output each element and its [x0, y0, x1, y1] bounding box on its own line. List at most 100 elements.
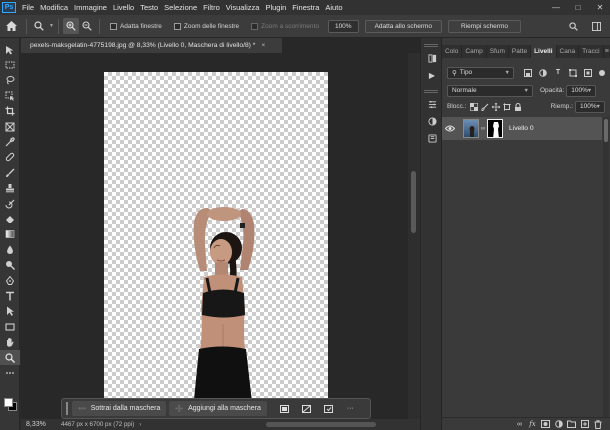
tab-canali[interactable]: Cana: [557, 45, 580, 58]
layers-scrollbar[interactable]: [603, 117, 609, 417]
eraser-tool[interactable]: [0, 211, 20, 226]
move-tool[interactable]: [0, 42, 20, 57]
menu-immagine[interactable]: Immagine: [71, 3, 110, 12]
menu-modifica[interactable]: Modifica: [37, 3, 71, 12]
filter-toggle-icon[interactable]: [599, 69, 605, 76]
zoom-tool[interactable]: [0, 349, 20, 366]
horizontal-scrollbar-thumb[interactable]: [266, 422, 376, 427]
eyedropper-tool[interactable]: [0, 134, 20, 149]
document-canvas[interactable]: [104, 72, 328, 419]
marquee-tool[interactable]: [0, 57, 20, 72]
trash-icon[interactable]: [591, 418, 604, 430]
brush-tool[interactable]: [0, 165, 20, 180]
object-selection-tool[interactable]: [0, 88, 20, 103]
lock-position-icon[interactable]: [491, 101, 502, 112]
menu-finestra[interactable]: Finestra: [289, 3, 322, 12]
link-layers-icon[interactable]: ∞: [513, 418, 526, 430]
blend-mode-select[interactable]: Normale ▼: [447, 84, 533, 97]
frame-tool[interactable]: [0, 119, 20, 134]
add-to-mask-button[interactable]: ➕ Aggiungi alla maschera: [169, 401, 267, 416]
lock-image-pixels-icon[interactable]: [480, 101, 491, 112]
riempi-schermo-button[interactable]: Riempi schermo: [448, 19, 521, 33]
panel-menu-icon[interactable]: ≡: [604, 45, 610, 58]
more-options-button[interactable]: ···: [343, 401, 358, 416]
filter-shape-icon[interactable]: [567, 67, 579, 79]
layers-scrollbar-thumb[interactable]: [604, 119, 608, 142]
filter-pixel-icon[interactable]: [522, 67, 534, 79]
apply-mask-icon[interactable]: [321, 401, 336, 416]
menu-filtro[interactable]: Filtro: [200, 3, 223, 12]
invert-mask-icon[interactable]: [277, 401, 292, 416]
layer-thumbnail[interactable]: [463, 119, 479, 138]
close-window-icon[interactable]: ✕: [592, 0, 608, 15]
crop-tool[interactable]: [0, 104, 20, 119]
document-tab[interactable]: pexels-maksgelatin-4775198.jpg @ 8,33% (…: [21, 38, 282, 53]
menu-visualizza[interactable]: Visualizza: [223, 3, 263, 12]
filter-smart-object-icon[interactable]: [582, 67, 594, 79]
zoom-tool-preset-button[interactable]: [31, 18, 47, 34]
workspace-icon[interactable]: [588, 15, 604, 38]
adatta-finestre-checkbox[interactable]: Adatta finestre: [109, 22, 162, 30]
tab-sfumature[interactable]: Sfum: [487, 45, 509, 58]
fill-field[interactable]: 100% ▼: [575, 100, 605, 113]
blur-tool[interactable]: [0, 242, 20, 257]
filter-adjustment-icon[interactable]: [537, 67, 549, 79]
color-swatches[interactable]: [2, 394, 18, 411]
menu-testo[interactable]: Testo: [137, 3, 161, 12]
lock-transparent-pixels-icon[interactable]: [469, 101, 480, 112]
new-adjustment-layer-icon[interactable]: [552, 418, 565, 430]
layer-style-icon[interactable]: fx: [526, 418, 539, 430]
type-tool[interactable]: [0, 288, 20, 303]
properties-panel-icon[interactable]: [421, 96, 443, 113]
tab-livelli[interactable]: Livelli: [531, 45, 557, 58]
foreground-color-swatch[interactable]: [4, 398, 13, 407]
libraries-panel-icon[interactable]: [421, 130, 443, 147]
history-brush-tool[interactable]: [0, 196, 20, 211]
play-actions-icon[interactable]: ▶: [421, 67, 443, 84]
zoom-percentage-field[interactable]: 100%: [327, 19, 359, 33]
pen-tool[interactable]: [0, 273, 20, 288]
tab-colore[interactable]: Colo: [442, 45, 463, 58]
layer-row[interactable]: ∞ Livello 0: [442, 117, 602, 140]
tab-pattern[interactable]: Patte: [509, 45, 532, 58]
dodge-tool[interactable]: [0, 257, 20, 272]
hand-tool[interactable]: [0, 334, 20, 349]
mask-settings-icon[interactable]: [299, 401, 314, 416]
menu-livello[interactable]: Livello: [110, 3, 137, 12]
new-layer-icon[interactable]: [578, 418, 591, 430]
filter-type-icon[interactable]: T: [552, 67, 564, 79]
vertical-scrollbar-thumb[interactable]: [411, 171, 416, 233]
close-tab-icon[interactable]: ×: [261, 42, 265, 49]
adjustments-panel-icon[interactable]: [421, 113, 443, 130]
adatta-schermo-button[interactable]: Adatta allo schermo: [364, 19, 443, 33]
zoom-out-button[interactable]: [79, 18, 95, 34]
canvas-area[interactable]: [21, 53, 408, 419]
taskbar-drag-handle[interactable]: [66, 402, 68, 415]
add-mask-icon[interactable]: [539, 418, 552, 430]
dock-grip[interactable]: [424, 44, 438, 47]
more-tools[interactable]: [0, 365, 20, 380]
zoom-finestre-checkbox[interactable]: Zoom delle finestre: [173, 22, 239, 30]
tab-campioni[interactable]: Camp: [462, 45, 487, 58]
healing-brush-tool[interactable]: [0, 150, 20, 165]
menu-aiuto[interactable]: Aiuto: [322, 3, 345, 12]
chevron-down-icon[interactable]: ▼: [49, 23, 54, 29]
menu-selezione[interactable]: Selezione: [161, 3, 200, 12]
new-group-icon[interactable]: [565, 418, 578, 430]
eye-icon[interactable]: [442, 125, 458, 132]
history-panel-icon[interactable]: [421, 50, 443, 67]
maximize-icon[interactable]: □: [570, 0, 586, 15]
menu-file[interactable]: File: [19, 3, 37, 12]
layer-filter-kind-select[interactable]: ⚲ Tipo ▼: [447, 66, 514, 79]
lock-all-icon[interactable]: [513, 101, 524, 112]
minimize-icon[interactable]: —: [548, 0, 564, 15]
rectangle-tool[interactable]: [0, 319, 20, 334]
link-icon[interactable]: ∞: [480, 126, 486, 132]
opacity-field[interactable]: 100% ▼: [566, 84, 597, 97]
home-button[interactable]: [0, 15, 22, 38]
lasso-tool[interactable]: [0, 73, 20, 88]
vertical-scrollbar[interactable]: [408, 53, 420, 419]
path-selection-tool[interactable]: [0, 304, 20, 319]
clone-stamp-tool[interactable]: [0, 181, 20, 196]
lock-artboard-icon[interactable]: [502, 101, 513, 112]
